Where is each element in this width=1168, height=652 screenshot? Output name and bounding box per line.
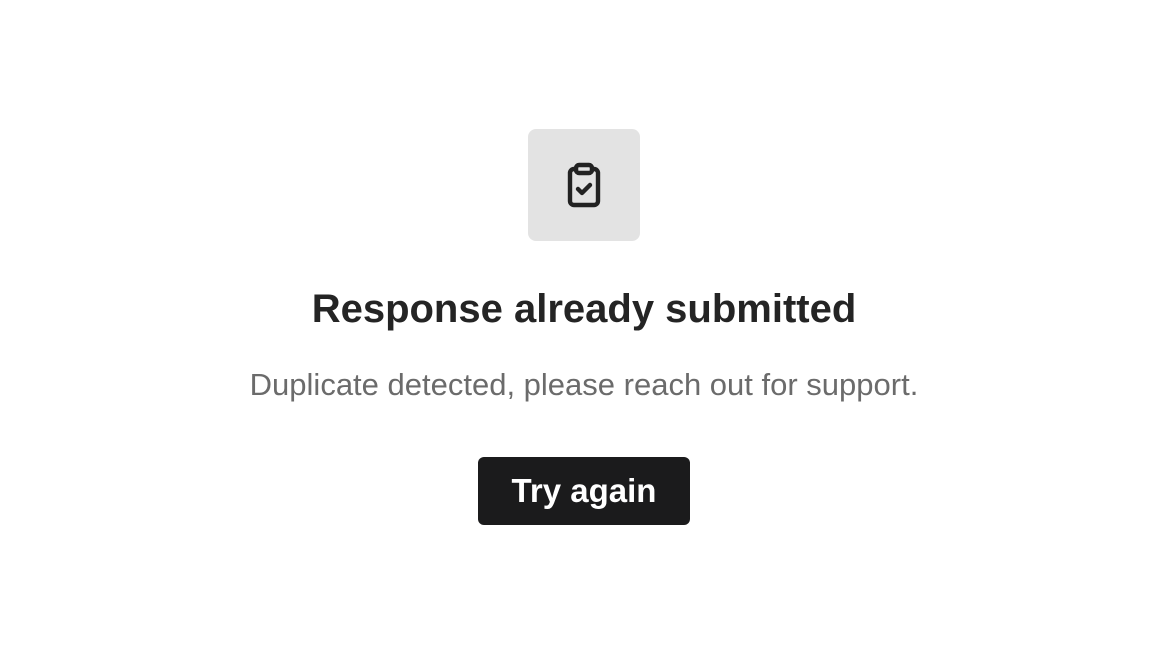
- page-title: Response already submitted: [311, 287, 857, 331]
- clipboard-check-icon: [567, 162, 601, 208]
- status-message: Duplicate detected, please reach out for…: [249, 367, 919, 402]
- try-again-button[interactable]: Try again: [478, 457, 690, 525]
- submission-status-panel: Response already submitted Duplicate det…: [0, 0, 1168, 652]
- status-icon-tile: [528, 129, 640, 241]
